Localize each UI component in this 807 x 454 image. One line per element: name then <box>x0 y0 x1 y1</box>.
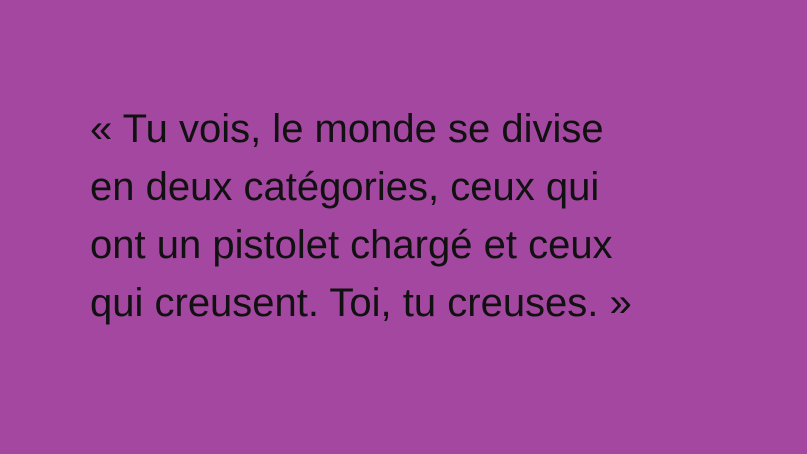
quote-text: « Tu vois, le monde se divise en deux ca… <box>90 100 632 332</box>
quote-line-2: en deux catégories, ceux qui <box>90 165 600 209</box>
quote-line-3: ont un pistolet chargé et ceux <box>90 223 613 267</box>
quote-line-1: « Tu vois, le monde se divise <box>90 107 604 151</box>
quote-card: « Tu vois, le monde se divise en deux ca… <box>0 0 807 454</box>
quote-line-4: qui creusent. Toi, tu creuses. » <box>90 281 632 325</box>
